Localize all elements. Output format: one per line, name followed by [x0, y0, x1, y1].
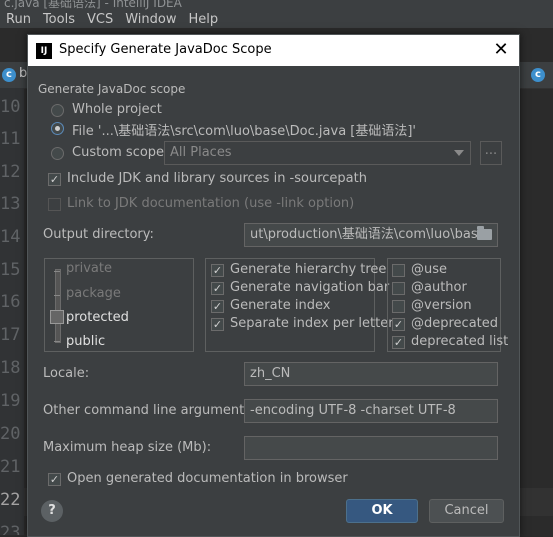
scope-group-title: Generate JavaDoc scope [38, 82, 186, 96]
custom-scope-select[interactable]: All Places [164, 141, 471, 165]
editor-tab-right[interactable]: c [529, 66, 549, 84]
visibility-package: package [66, 286, 121, 301]
open-browser-label[interactable]: Open generated documentation in browser [67, 471, 348, 486]
generate-options-panel: ✓ Generate hierarchy tree ✓ Generate nav… [205, 258, 394, 352]
generate-index-label[interactable]: Generate index [230, 298, 330, 313]
hierarchy-tree-label[interactable]: Generate hierarchy tree [230, 262, 386, 277]
line-number: 19 [0, 391, 21, 411]
hierarchy-tree-checkbox[interactable]: ✓ [211, 264, 224, 277]
include-jdk-label[interactable]: Include JDK and library sources in -sour… [67, 171, 367, 186]
version-tag-checkbox[interactable] [392, 300, 405, 313]
line-number: 16 [0, 292, 21, 312]
version-tag-label[interactable]: @version [411, 298, 472, 313]
cancel-button[interactable]: Cancel [429, 499, 504, 523]
separate-index-checkbox[interactable]: ✓ [211, 318, 224, 331]
chevron-down-icon [454, 150, 464, 156]
include-jdk-checkbox[interactable]: ✓ [48, 173, 61, 186]
menu-run[interactable]: Run [6, 12, 31, 27]
dialog-title: Specify Generate JavaDoc Scope [59, 42, 272, 57]
visibility-private: private [66, 261, 112, 276]
browse-scope-button[interactable]: ... [480, 141, 502, 165]
ide-window-title: c.java [基础语法] - IntelliJ IDEA [4, 0, 182, 10]
menu-help[interactable]: Help [188, 12, 218, 27]
separate-index-label[interactable]: Separate index per letter [230, 316, 394, 331]
locale-input[interactable]: zh_CN [244, 362, 498, 386]
ok-button[interactable]: OK [346, 499, 418, 523]
author-tag-label[interactable]: @author [411, 280, 467, 295]
line-number: 17 [0, 325, 21, 345]
help-button[interactable]: ? [41, 500, 63, 522]
radio-whole-project[interactable] [51, 104, 64, 117]
custom-scope-value: All Places [170, 145, 232, 160]
deprecated-tag-label[interactable]: @deprecated [411, 316, 498, 331]
deprecated-list-checkbox[interactable]: ✓ [392, 336, 405, 349]
ide-menu: Run Tools VCS Window Help [6, 12, 218, 27]
ide-menubar: c.java [基础语法] - IntelliJ IDEA Run Tools … [0, 0, 553, 28]
line-number: 10 [0, 97, 21, 117]
author-tag-checkbox[interactable] [392, 282, 405, 295]
tags-panel: @use @author @version ✓ @deprecated ✓ de… [387, 258, 508, 352]
line-number: 11 [0, 129, 21, 149]
other-args-label: Other command line arguments: [43, 403, 256, 418]
link-jdk-label[interactable]: Link to JDK documentation (use -link opt… [67, 196, 354, 211]
line-number: 18 [0, 358, 21, 378]
custom-scope-label[interactable]: Custom scope [72, 145, 164, 160]
menu-window[interactable]: Window [125, 12, 176, 27]
locale-label: Locale: [43, 366, 90, 381]
line-number-gutter: 10 11 12 13 14 15 16 17 18 19 20 21 22 2… [0, 88, 24, 535]
visibility-slider-track[interactable] [55, 269, 61, 343]
heap-size-input[interactable] [244, 436, 498, 460]
visibility-panel: private package protected public [44, 258, 194, 352]
locale-value: zh_CN [250, 366, 291, 381]
menu-tools[interactable]: Tools [43, 12, 75, 27]
file-scope-label[interactable]: File '...\基础语法\src\com\luo\base\Doc.java… [72, 120, 416, 139]
deprecated-list-label[interactable]: deprecated list [411, 334, 508, 349]
line-number: 12 [0, 162, 21, 182]
line-number: 13 [0, 194, 21, 214]
navigation-bar-label[interactable]: Generate navigation bar [230, 280, 389, 295]
radio-custom-scope[interactable] [51, 147, 64, 160]
folder-icon[interactable] [477, 226, 492, 240]
line-number: 15 [0, 260, 21, 280]
link-jdk-checkbox[interactable] [48, 198, 61, 211]
whole-project-label[interactable]: Whole project [72, 102, 162, 117]
line-number: 23 [0, 523, 21, 535]
line-number: 21 [0, 457, 21, 477]
use-tag-label[interactable]: @use [411, 262, 447, 277]
output-dir-label: Output directory: [43, 227, 154, 242]
visibility-protected: protected [66, 310, 129, 325]
output-dir-input[interactable]: ut\production\基础语法\com\luo\base [244, 223, 498, 247]
class-icon: c [2, 68, 16, 82]
javadoc-scope-dialog: IJ Specify Generate JavaDoc Scope ✕ Gene… [27, 34, 520, 537]
heap-size-label: Maximum heap size (Mb): [43, 440, 212, 455]
open-browser-checkbox[interactable]: ✓ [48, 473, 61, 486]
editor-tab[interactable]: c b [0, 66, 30, 84]
other-args-input[interactable]: -encoding UTF-8 -charset UTF-8 [244, 399, 498, 423]
dialog-titlebar: IJ Specify Generate JavaDoc Scope ✕ [28, 35, 519, 66]
menu-vcs[interactable]: VCS [87, 12, 113, 27]
visibility-public: public [66, 334, 106, 349]
other-args-value: -encoding UTF-8 -charset UTF-8 [250, 403, 456, 418]
navigation-bar-checkbox[interactable]: ✓ [211, 282, 224, 295]
close-icon[interactable]: ✕ [491, 39, 511, 61]
use-tag-checkbox[interactable] [392, 264, 405, 277]
output-dir-value: ut\production\基础语法\com\luo\base [250, 227, 486, 242]
deprecated-tag-checkbox[interactable]: ✓ [392, 318, 405, 331]
radio-file[interactable] [51, 122, 64, 135]
line-number: 14 [0, 227, 21, 247]
visibility-slider-thumb[interactable] [50, 310, 64, 324]
intellij-logo-icon: IJ [36, 43, 52, 59]
line-number: 22 [0, 490, 21, 510]
generate-index-checkbox[interactable]: ✓ [211, 300, 224, 313]
line-number: 20 [0, 424, 21, 444]
class-icon: c [531, 68, 545, 82]
